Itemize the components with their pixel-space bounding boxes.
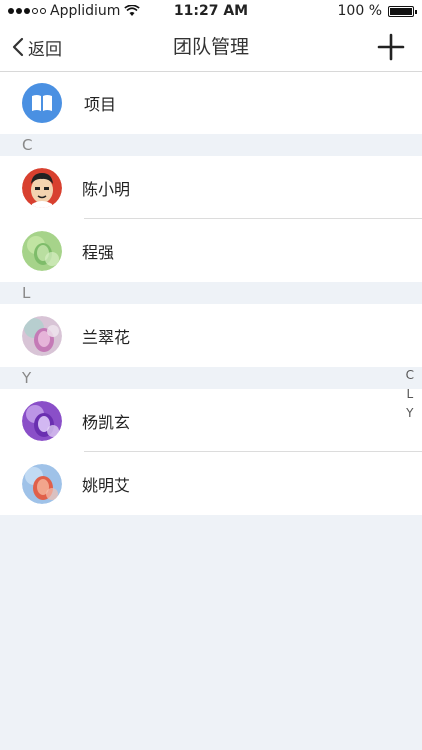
plus-icon: [377, 33, 405, 61]
section-header-l: L: [0, 282, 422, 304]
avatar: [22, 230, 62, 271]
project-row[interactable]: 项目: [0, 72, 422, 134]
book-icon: [22, 83, 62, 123]
list-item-member[interactable]: 杨凯玄: [0, 389, 422, 452]
section-header-y: Y: [0, 367, 422, 389]
member-name: 姚明艾: [82, 475, 131, 495]
project-label: 项目: [84, 95, 117, 114]
avatar: [22, 400, 62, 441]
list-item-member[interactable]: 程强: [0, 219, 422, 282]
back-button[interactable]: 返回: [12, 32, 62, 62]
avatar: [22, 463, 62, 504]
member-name: 程强: [82, 242, 115, 262]
navigation-bar: 返回 团队管理: [0, 22, 422, 72]
chevron-left-icon: [12, 37, 24, 57]
battery-percent: 100 %: [337, 3, 382, 19]
page-title: 团队管理: [172, 36, 249, 58]
member-name: 陈小明: [82, 179, 131, 199]
index-letter-l[interactable]: L: [406, 385, 413, 404]
signal-icon: [8, 8, 46, 14]
status-bar: Applidium 11:27 AM 100 %: [0, 0, 422, 22]
battery-icon: [388, 5, 417, 17]
status-left: Applidium: [8, 3, 141, 19]
avatar: [22, 315, 62, 356]
list-item-member[interactable]: 陈小明: [0, 156, 422, 219]
index-letter-c[interactable]: C: [406, 366, 414, 385]
member-name: 杨凯玄: [82, 412, 131, 432]
avatar: [22, 167, 62, 208]
add-member-button[interactable]: [376, 32, 406, 62]
status-right: 100 %: [337, 3, 417, 19]
section-header-c: C: [0, 134, 422, 156]
team-list: 项目 C 陈小明 程强 L 兰翠花 Y 杨凯玄 姚明艾: [0, 72, 422, 515]
alphabet-index: C L Y: [406, 366, 414, 423]
member-name: 兰翠花: [82, 327, 131, 347]
list-item-member[interactable]: 兰翠花: [0, 304, 422, 367]
back-label: 返回: [28, 39, 62, 60]
carrier-name: Applidium: [50, 3, 121, 19]
wifi-icon: [124, 5, 141, 16]
list-item-member[interactable]: 姚明艾: [0, 452, 422, 515]
index-letter-y[interactable]: Y: [406, 404, 413, 423]
